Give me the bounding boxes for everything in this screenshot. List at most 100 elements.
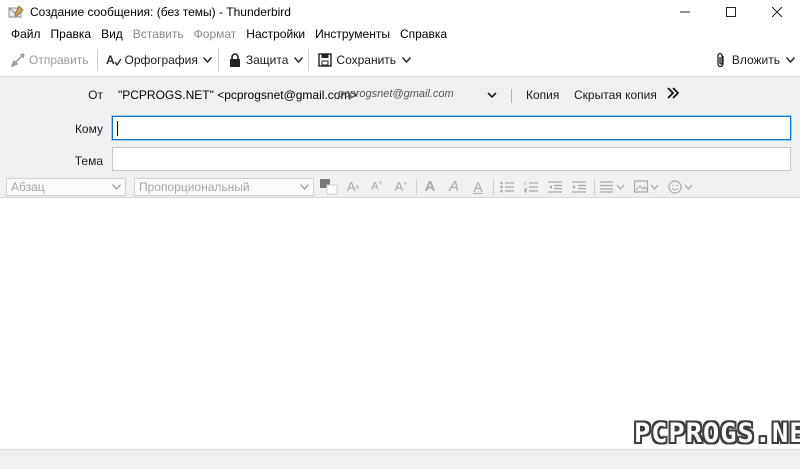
smiley-icon [668, 179, 693, 194]
outdent-button[interactable] [546, 178, 564, 196]
decrease-font-icon: Aᴬ [346, 179, 360, 194]
chevron-down-icon [293, 57, 303, 63]
lock-icon [227, 52, 243, 68]
bold-button[interactable]: A [421, 178, 439, 196]
from-dropdown-button[interactable] [484, 87, 500, 103]
outdent-icon [548, 180, 562, 193]
to-field[interactable] [112, 116, 791, 140]
paragraph-format-value: Абзац [11, 179, 45, 194]
close-icon [772, 7, 782, 17]
to-label: Кому [74, 122, 103, 136]
numbered-list-icon [524, 181, 538, 192]
compose-toolbar: Отправить A Орфография Защита Сохранить [0, 44, 800, 76]
menu-options[interactable]: Настройки [241, 27, 310, 41]
bcc-button[interactable]: Скрытая копия [574, 88, 657, 102]
compose-header: От "PCPROGS.NET" <pcprogsnet@gmail.com> … [0, 76, 800, 176]
maximize-button[interactable] [708, 0, 754, 24]
from-label: От [88, 88, 103, 102]
color-picker-icon [320, 178, 338, 194]
maximize-icon [726, 7, 736, 17]
subject-label: Тема [74, 154, 103, 168]
from-identity-email: pcprogsnet@gmail.com [338, 88, 454, 100]
paperclip-icon [713, 52, 729, 68]
format-toolbar: Абзац Пропорциональный Aᴬ A+ A+ A A A [0, 176, 800, 198]
toolbar-right-group: Вложить [709, 48, 800, 72]
message-body-editor[interactable] [0, 199, 800, 449]
text-caret [117, 121, 118, 136]
save-label: Сохранить [336, 53, 397, 67]
menu-view[interactable]: Вид [96, 27, 128, 41]
text-color-button[interactable] [320, 178, 338, 196]
thunderbird-compose-icon [8, 4, 24, 20]
align-button[interactable] [599, 178, 627, 196]
font-size-down-button[interactable]: A+ [392, 178, 410, 196]
smiley-button[interactable] [667, 178, 695, 196]
from-identity-name[interactable]: "PCPROGS.NET" <pcprogsnet@gmail.com> [118, 88, 357, 102]
cc-button[interactable]: Копия [526, 88, 559, 102]
spelling-button[interactable]: A Орфография [102, 48, 202, 72]
spelling-dropdown-button[interactable] [202, 48, 214, 72]
italic-icon: A [448, 178, 459, 195]
insert-button[interactable] [633, 178, 661, 196]
chevron-down-icon [785, 57, 795, 63]
from-row: От "PCPROGS.NET" <pcprogsnet@gmail.com> … [0, 85, 800, 107]
attach-dropdown-button[interactable] [784, 48, 796, 72]
chevron-down-icon [300, 183, 309, 190]
format-divider [493, 178, 494, 195]
numbered-list-button[interactable] [522, 178, 540, 196]
underline-icon: A [473, 178, 483, 195]
smaller-font-button[interactable]: Aᴬ [344, 178, 362, 196]
minimize-button[interactable] [662, 0, 708, 24]
indent-button[interactable] [570, 178, 588, 196]
window-title: Создание сообщения: (без темы) - Thunder… [30, 5, 291, 19]
menu-format[interactable]: Формат [189, 27, 242, 41]
toolbar-divider [217, 49, 219, 71]
bullet-list-button[interactable] [498, 178, 516, 196]
header-divider [511, 89, 512, 103]
double-chevron-right-icon [667, 87, 680, 99]
more-recipients-button[interactable] [666, 86, 680, 103]
enlarge-font-icon: A+ [394, 179, 408, 194]
menu-tools[interactable]: Инструменты [310, 27, 395, 41]
font-size-up-button[interactable]: A+ [368, 178, 386, 196]
bold-icon: A [424, 178, 436, 195]
indent-icon [572, 180, 586, 193]
title-bar: Создание сообщения: (без темы) - Thunder… [0, 0, 800, 24]
toolbar-divider [96, 49, 98, 71]
attach-label: Вложить [731, 53, 780, 67]
svg-text:A: A [106, 53, 115, 67]
subject-field[interactable] [112, 147, 791, 171]
chevron-down-icon [401, 57, 411, 63]
security-dropdown-button[interactable] [292, 48, 304, 72]
save-button[interactable]: Сохранить [313, 48, 400, 72]
menu-help[interactable]: Справка [395, 27, 452, 41]
align-icon [600, 180, 625, 193]
format-divider [416, 178, 417, 195]
menu-insert[interactable]: Вставить [128, 27, 189, 41]
save-icon [317, 52, 333, 68]
format-divider [594, 178, 595, 195]
attach-button[interactable]: Вложить [709, 48, 784, 72]
bullet-list-icon [500, 181, 514, 192]
superscript-a-icon: A+ [371, 180, 383, 193]
close-button[interactable] [754, 0, 800, 24]
menu-file[interactable]: Файл [6, 27, 46, 41]
save-dropdown-button[interactable] [400, 48, 412, 72]
paragraph-format-select[interactable]: Абзац [6, 177, 126, 196]
send-button[interactable]: Отправить [6, 48, 93, 72]
toolbar-divider [308, 49, 310, 71]
menu-bar: Файл Правка Вид Вставить Формат Настройк… [0, 24, 800, 44]
menu-edit[interactable]: Правка [46, 27, 97, 41]
window-controls [662, 0, 800, 24]
font-value: Пропорциональный [139, 179, 250, 194]
minimize-icon [680, 11, 690, 13]
font-select[interactable]: Пропорциональный [134, 177, 314, 196]
status-bar [0, 449, 800, 469]
chevron-down-icon [487, 92, 497, 99]
underline-button[interactable]: A [469, 178, 487, 196]
spelling-label: Орфография [124, 53, 198, 67]
italic-button[interactable]: A [445, 178, 463, 196]
chevron-down-icon [203, 57, 213, 63]
security-label: Защита [245, 53, 289, 67]
security-button[interactable]: Защита [223, 48, 293, 72]
